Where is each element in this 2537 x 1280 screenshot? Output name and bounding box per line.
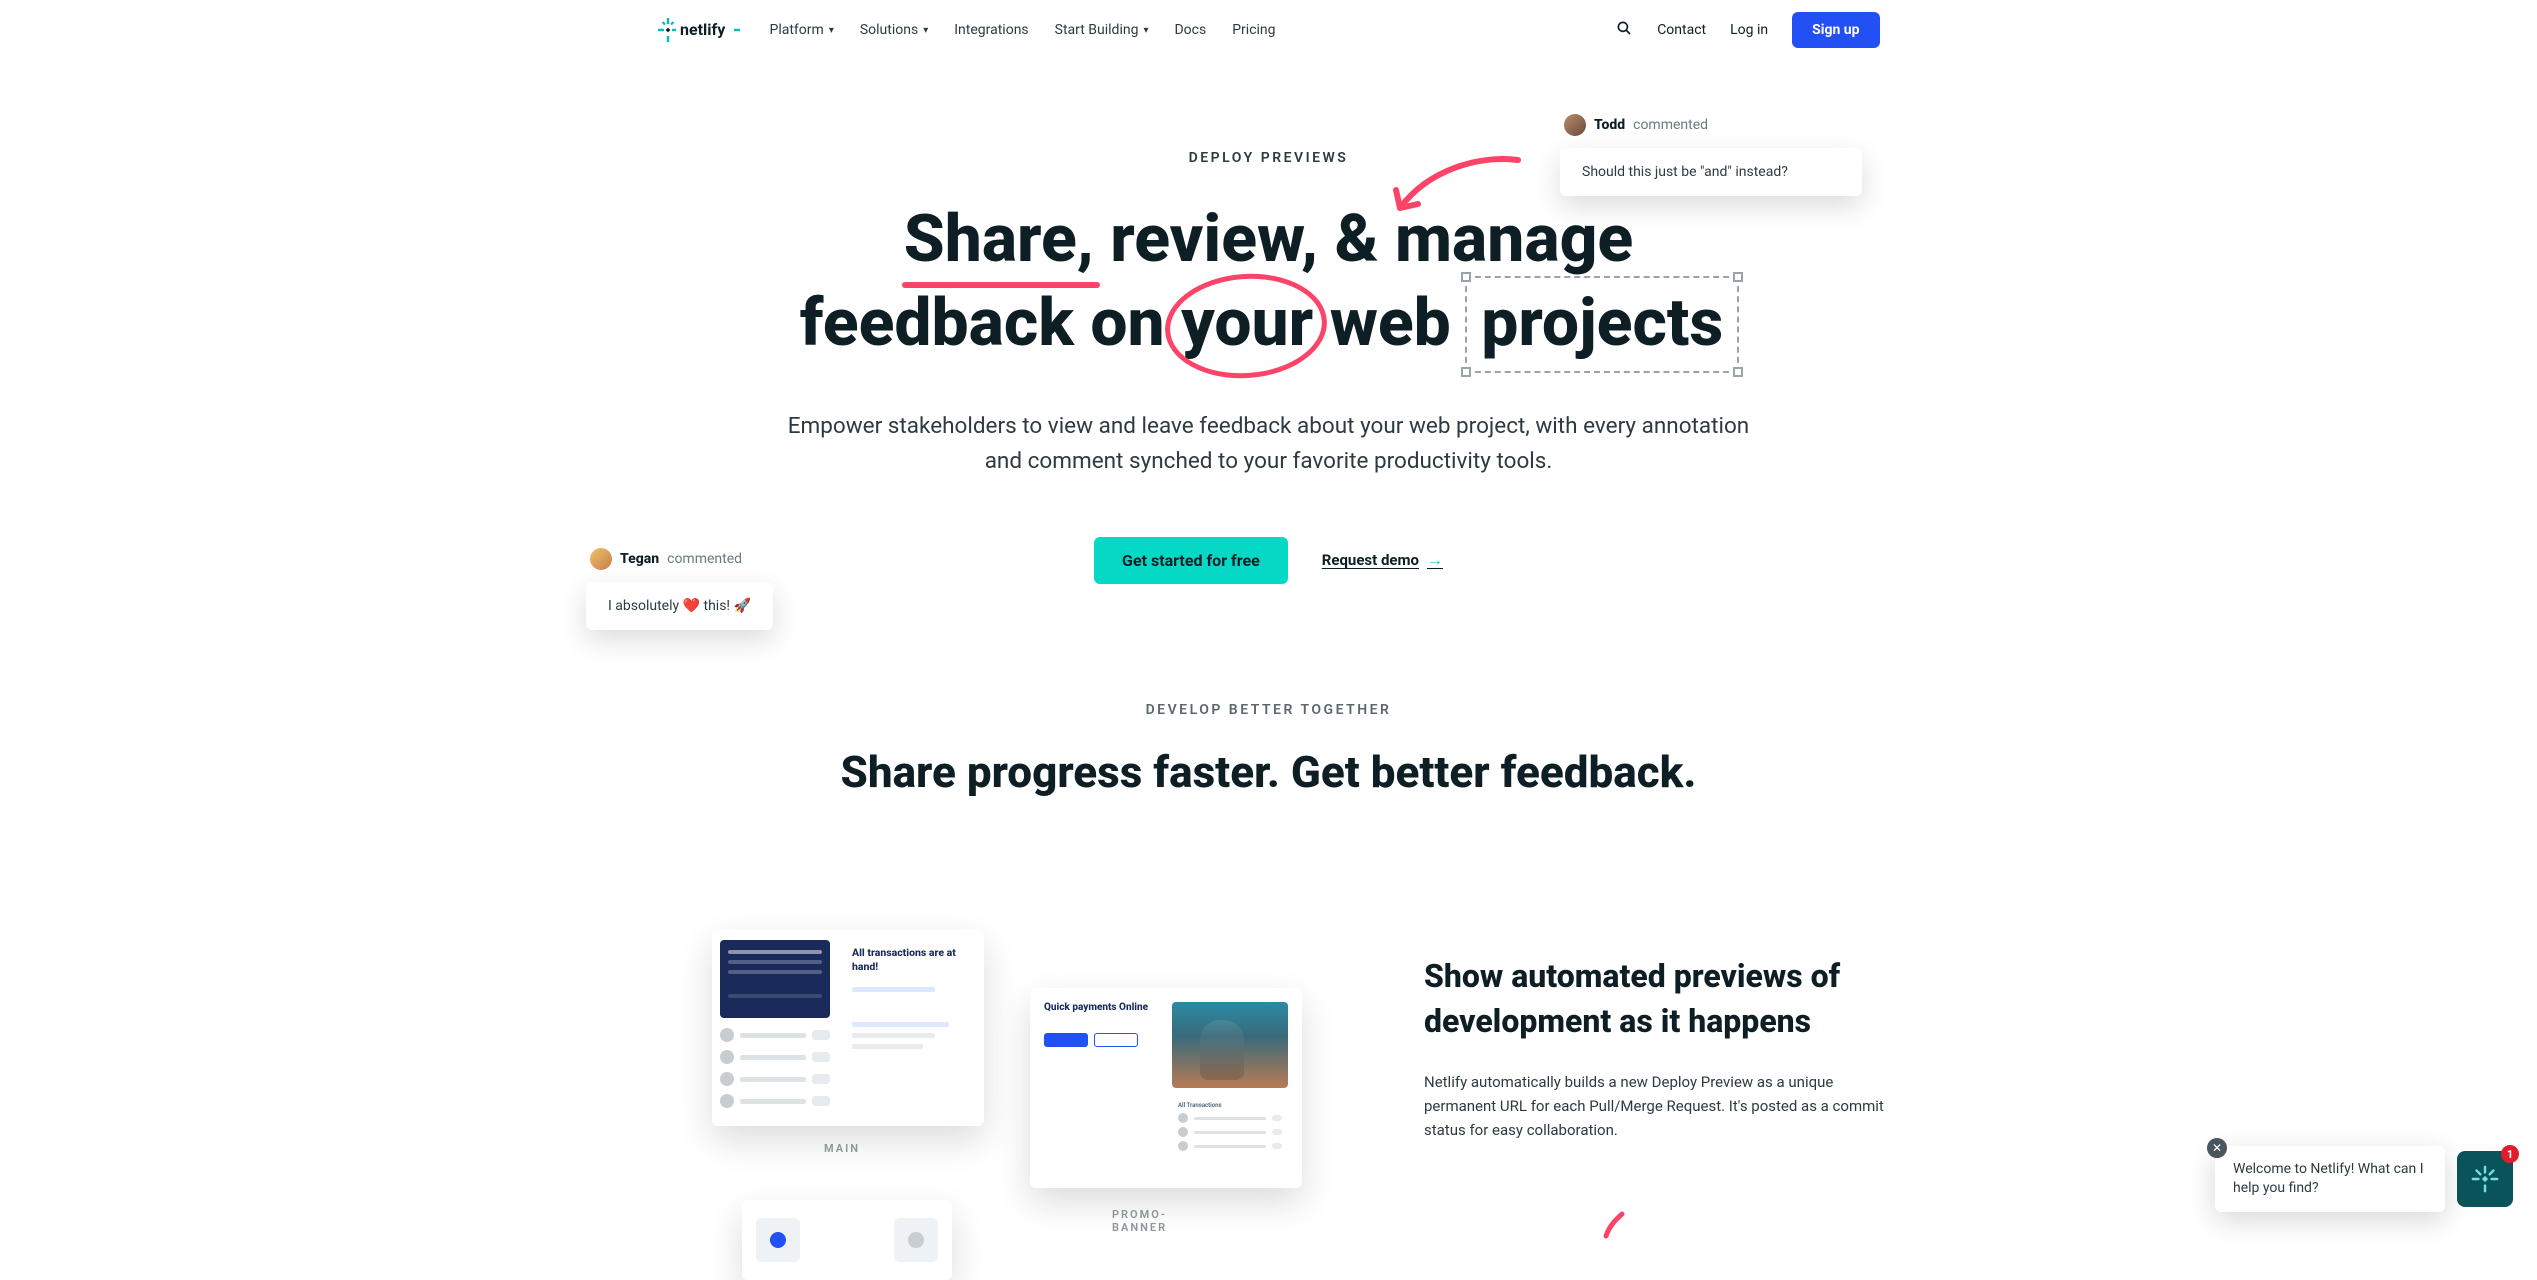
avatar-icon xyxy=(590,548,612,570)
feature-title: Show automated previews of development a… xyxy=(1424,954,1894,1044)
avatar-icon xyxy=(1564,114,1586,136)
mock-card-partial xyxy=(742,1200,952,1280)
comment-body: I absolutely ❤️ this! 🚀 xyxy=(608,598,751,614)
nav-integrations[interactable]: Integrations xyxy=(954,22,1028,38)
comment-action-label: commented xyxy=(667,551,742,567)
nav-label: Integrations xyxy=(954,22,1028,38)
brand-logo[interactable]: netlify xyxy=(658,14,742,46)
chat-bubble: ✕ Welcome to Netlify! What can I help yo… xyxy=(2215,1146,2445,1212)
hero-eyebrow: DEPLOY PREVIEWS xyxy=(0,150,2537,166)
feature-body: Netlify automatically builds a new Deplo… xyxy=(1424,1070,1894,1142)
mock-line-icon xyxy=(852,1033,935,1038)
headline-word-review: review, xyxy=(1110,198,1318,282)
commenter-name: Todd xyxy=(1594,117,1625,133)
search-icon[interactable] xyxy=(1615,19,1633,41)
comment-text: this! xyxy=(704,598,734,614)
headline-word-amp: & xyxy=(1335,198,1379,282)
chat-launcher-button[interactable]: 1 xyxy=(2457,1151,2513,1207)
chat-badge: 1 xyxy=(2501,1145,2519,1163)
signup-button[interactable]: Sign up xyxy=(1792,12,1879,48)
heart-icon: ❤️ xyxy=(683,598,700,614)
comment-todd-header: Todd commented xyxy=(1564,114,1708,132)
headline-word-on: on xyxy=(1090,282,1164,366)
comment-body: Should this just be "and" instead? xyxy=(1582,164,1840,180)
mock-panel-icon xyxy=(720,940,830,1018)
mock-label-promo: PROMO-BANNER xyxy=(1112,1208,1167,1234)
comment-action-label: commented xyxy=(1633,117,1708,133)
mock-label-main: MAIN xyxy=(824,1142,860,1155)
mock-card-promo: Quick payments Online All Transactions xyxy=(1030,988,1302,1188)
headline-word-projects: projects xyxy=(1467,282,1737,366)
commenter-name: Tegan xyxy=(620,551,659,567)
headline-text: projects xyxy=(1481,285,1723,362)
headline-word-web: web xyxy=(1330,282,1451,366)
hero-headline: Share, review, & manage feedback on your… xyxy=(800,198,1737,367)
selection-handle-icon xyxy=(1461,272,1471,282)
chevron-down-icon: ▾ xyxy=(829,25,834,36)
mock-image-icon xyxy=(1172,1002,1288,1088)
headline-word-feedback: feedback xyxy=(800,282,1074,366)
brand-name: netlify xyxy=(680,20,726,39)
mock-promo-panel-title: All Transactions xyxy=(1178,1102,1282,1109)
cta-get-started-button[interactable]: Get started for free xyxy=(1094,537,1288,584)
mock-main-title: All transactions are at hand! xyxy=(852,946,970,973)
chat-close-button[interactable]: ✕ xyxy=(2207,1138,2227,1158)
mock-line-icon xyxy=(852,1022,949,1027)
nav-login[interactable]: Log in xyxy=(1730,22,1768,38)
selection-handle-icon xyxy=(1461,367,1471,377)
headline-word-share: Share, xyxy=(904,198,1094,282)
nav-contact[interactable]: Contact xyxy=(1657,22,1706,38)
chevron-down-icon: ▾ xyxy=(1143,25,1148,36)
comment-card-tegan: I absolutely ❤️ this! 🚀 xyxy=(586,582,773,630)
nav-label: Docs xyxy=(1174,22,1206,38)
hero-subhead: Empower stakeholders to view and leave f… xyxy=(774,409,1764,479)
comment-tegan-header: Tegan commented xyxy=(590,548,742,566)
nav-platform[interactable]: Platform ▾ xyxy=(770,22,834,38)
nav-pricing[interactable]: Pricing xyxy=(1232,22,1275,38)
feature-automated-previews: Show automated previews of development a… xyxy=(1424,954,1894,1142)
mock-square-icon xyxy=(756,1218,800,1262)
nav-label: Solutions xyxy=(860,22,918,38)
selection-handle-icon xyxy=(1733,272,1743,282)
nav-label: Platform xyxy=(770,22,824,38)
nav-label: Start Building xyxy=(1055,22,1139,38)
section2-eyebrow: DEVELOP BETTER TOGETHER xyxy=(0,702,2537,718)
nav-solutions[interactable]: Solutions ▾ xyxy=(860,22,928,38)
comment-text: I absolutely xyxy=(608,598,683,614)
nav-docs[interactable]: Docs xyxy=(1174,22,1206,38)
section-develop-together: DEVELOP BETTER TOGETHER Share progress f… xyxy=(0,702,2537,798)
hero-cta-row: Get started for free Request demo → xyxy=(0,537,2537,584)
headline-word-your: your xyxy=(1181,282,1313,366)
mock-line-icon xyxy=(852,987,935,992)
nav-label: Pricing xyxy=(1232,22,1275,38)
rocket-icon: 🚀 xyxy=(734,598,751,614)
mock-promo-title: Quick payments Online xyxy=(1044,1002,1162,1015)
hero-section: DEPLOY PREVIEWS Share, review, & manage … xyxy=(0,150,2537,584)
mock-square-icon xyxy=(894,1218,938,1262)
mock-line-icon xyxy=(852,1044,923,1049)
cta-request-demo-link[interactable]: Request demo → xyxy=(1322,550,1443,570)
mock-button-icon xyxy=(1094,1033,1138,1047)
chat-widget: ✕ Welcome to Netlify! What can I help yo… xyxy=(2215,1146,2513,1212)
top-nav: netlify Platform ▾ Solutions ▾ Integrati… xyxy=(0,0,2537,60)
close-icon: ✕ xyxy=(2212,1140,2222,1156)
headline-word-manage: manage xyxy=(1395,198,1633,282)
mock-card-main: All transactions are at hand! xyxy=(712,930,984,1126)
section2-title: Share progress faster. Get better feedba… xyxy=(0,746,2537,798)
cta-secondary-label: Request demo xyxy=(1322,551,1419,569)
selection-handle-icon xyxy=(1733,367,1743,377)
chevron-down-icon: ▾ xyxy=(923,25,928,36)
chat-message: Welcome to Netlify! What can I help you … xyxy=(2233,1161,2424,1196)
logo-mark-icon xyxy=(660,18,676,42)
netlify-spark-icon xyxy=(2470,1164,2500,1194)
nav-start-building[interactable]: Start Building ▾ xyxy=(1055,22,1149,38)
arrow-right-icon: → xyxy=(1427,550,1443,570)
mock-button-icon xyxy=(1044,1033,1088,1047)
comment-card-todd: Should this just be "and" instead? xyxy=(1560,148,1862,196)
